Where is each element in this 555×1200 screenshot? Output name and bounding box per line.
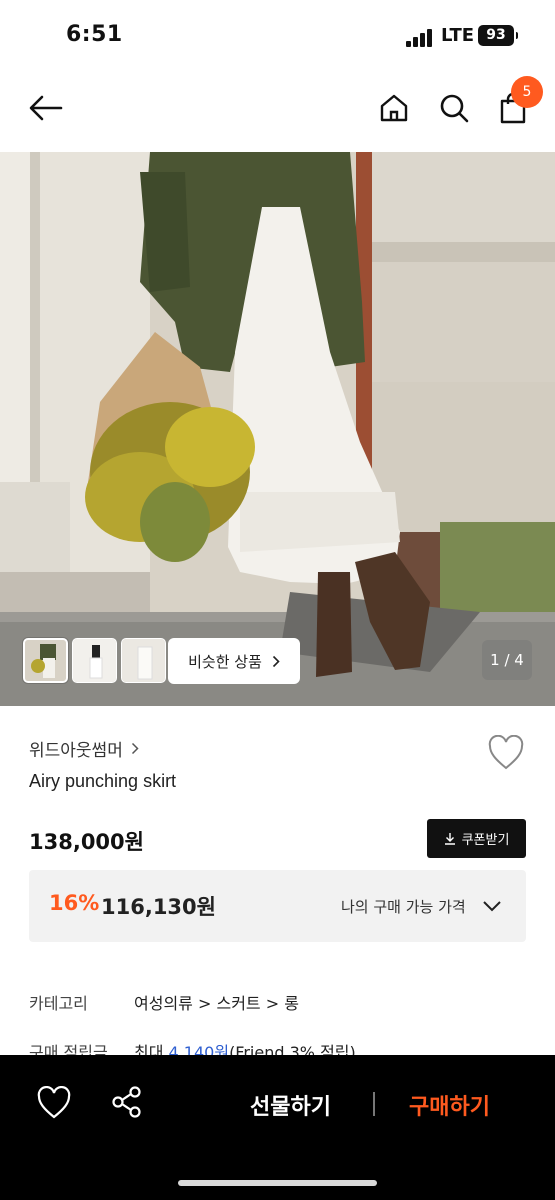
coupon-button[interactable]: 쿠폰받기 bbox=[427, 819, 526, 858]
heart-icon bbox=[488, 734, 524, 770]
my-price-label: 나의 구매 가능 가격 bbox=[341, 898, 466, 916]
heart-icon bbox=[37, 1085, 71, 1119]
product-image[interactable] bbox=[0, 152, 555, 706]
product-name: Airy punching skirt bbox=[29, 771, 177, 791]
discount-price: 116,130원 bbox=[101, 895, 216, 919]
bottom-wishlist-button[interactable] bbox=[36, 1085, 72, 1120]
thumbnail-2[interactable] bbox=[72, 638, 117, 683]
status-time: 6:51 bbox=[66, 22, 123, 47]
divider bbox=[373, 1092, 375, 1116]
wishlist-button[interactable] bbox=[487, 734, 525, 771]
search-button[interactable] bbox=[432, 86, 476, 130]
similar-products-button[interactable]: 비슷한 상품 bbox=[168, 638, 300, 684]
back-button[interactable] bbox=[24, 86, 68, 130]
category-level-1[interactable]: 여성의류 bbox=[134, 994, 193, 1013]
signal-icon bbox=[406, 29, 434, 47]
thumbnail-3[interactable] bbox=[121, 638, 166, 683]
breadcrumb-separator: > bbox=[265, 994, 285, 1013]
thumbnail-strip bbox=[23, 638, 166, 683]
share-icon bbox=[112, 1086, 141, 1118]
category-level-2[interactable]: 스커트 bbox=[216, 994, 260, 1013]
battery-icon: 93 bbox=[478, 25, 518, 46]
thumbnail-photo bbox=[122, 639, 165, 682]
chevron-down-icon bbox=[483, 901, 501, 912]
gift-button[interactable]: 선물하기 bbox=[250, 1089, 331, 1121]
page-indicator: 1 / 4 bbox=[482, 640, 532, 680]
product-photo bbox=[0, 152, 555, 706]
cart-count-badge: 5 bbox=[511, 76, 543, 108]
thumbnail-photo bbox=[25, 640, 66, 681]
back-arrow-icon bbox=[29, 95, 63, 121]
similar-products-label: 비슷한 상품 bbox=[188, 652, 262, 671]
carrier-label: LTE bbox=[441, 25, 475, 46]
chevron-right-icon bbox=[272, 655, 280, 667]
coupon-label: 쿠폰받기 bbox=[461, 833, 510, 848]
bottom-action-bar: 선물하기 구매하기 bbox=[0, 1055, 555, 1200]
nav-header bbox=[0, 72, 555, 152]
status-bar: 6:51 LTE 93 bbox=[0, 0, 555, 72]
search-icon bbox=[440, 94, 469, 123]
download-icon bbox=[444, 833, 455, 845]
discount-rate: 16% bbox=[49, 891, 100, 915]
buy-button[interactable]: 구매하기 bbox=[409, 1089, 490, 1121]
thumbnail-1[interactable] bbox=[23, 638, 68, 683]
home-button[interactable] bbox=[372, 86, 416, 130]
share-button[interactable] bbox=[110, 1085, 144, 1119]
category-label: 카테고리 bbox=[29, 994, 88, 1013]
original-price: 138,000원 bbox=[29, 830, 144, 854]
chevron-right-icon bbox=[131, 742, 139, 755]
category-level-3[interactable]: 롱 bbox=[284, 994, 299, 1013]
home-indicator bbox=[178, 1180, 377, 1186]
home-icon bbox=[380, 94, 408, 122]
category-breadcrumb: 여성의류 > 스커트 > 롱 bbox=[134, 990, 299, 1014]
brand-link[interactable]: 위드아웃썸머 bbox=[29, 736, 139, 761]
discount-box[interactable]: 16% 116,130원 나의 구매 가능 가격 bbox=[29, 870, 526, 942]
thumbnail-photo bbox=[73, 639, 116, 682]
brand-name: 위드아웃썸머 bbox=[29, 741, 123, 761]
breadcrumb-separator: > bbox=[197, 994, 217, 1013]
